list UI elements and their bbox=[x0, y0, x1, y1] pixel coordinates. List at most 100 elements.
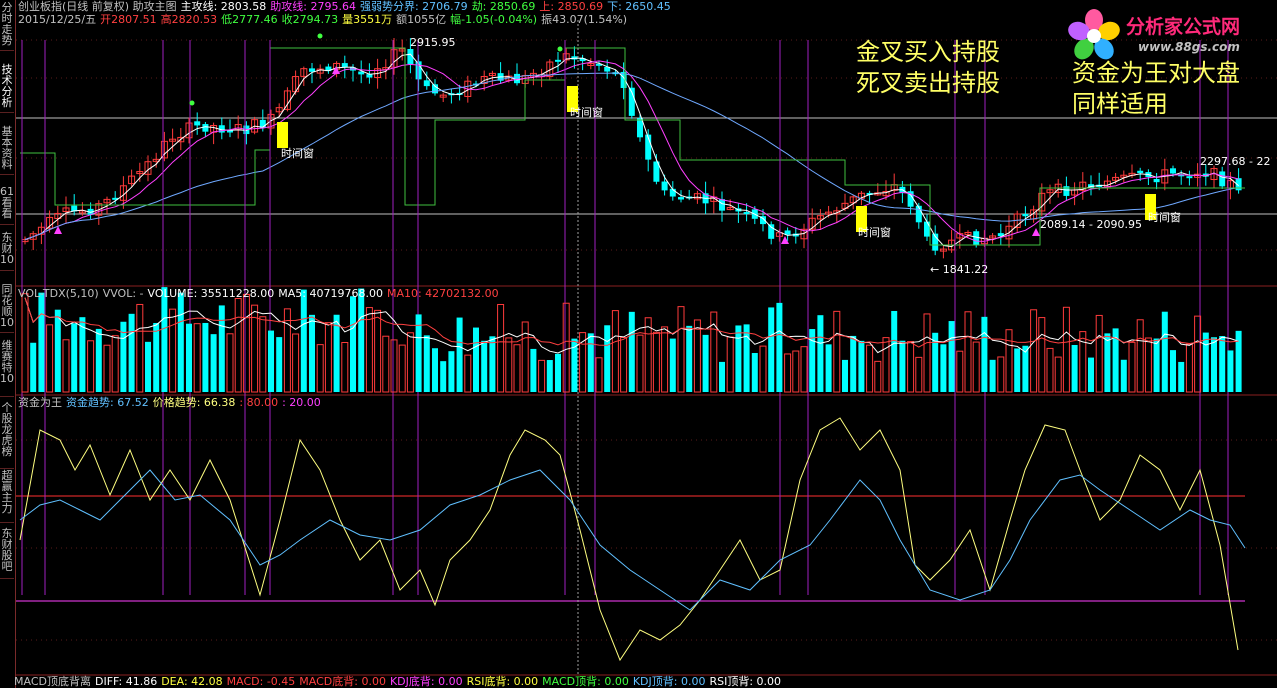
volume-bar bbox=[899, 340, 906, 392]
volume-bar bbox=[276, 337, 283, 392]
macd_header-item: DIFF: 41.86 bbox=[94, 675, 158, 688]
header.line2-item: 2015/12/25/五 bbox=[18, 13, 97, 26]
volume-bar bbox=[1219, 336, 1226, 392]
candle-body bbox=[924, 221, 930, 237]
macd_header-item: MACD顶底背离 bbox=[14, 675, 91, 688]
volume-bar bbox=[95, 328, 102, 392]
volume-bar bbox=[415, 314, 422, 392]
volume-bar bbox=[365, 307, 373, 393]
volume-bar bbox=[316, 344, 324, 393]
capital-header: 资金为王 资金趋势: 67.52 价格趋势: 66.38: 80.00: 20.00 bbox=[18, 397, 325, 409]
volume-bar bbox=[1161, 311, 1168, 392]
header.line2-item: 量3551万 bbox=[342, 13, 393, 26]
volume-bar bbox=[324, 322, 332, 393]
header.line2-item: 高2820.53 bbox=[160, 13, 218, 26]
volume-bar bbox=[620, 336, 628, 393]
volume-bar bbox=[792, 350, 800, 393]
green-signal-dot bbox=[317, 33, 323, 39]
volume-bar bbox=[858, 340, 865, 392]
volume-bar bbox=[193, 323, 201, 393]
candle-body bbox=[555, 59, 561, 62]
volume-bar bbox=[358, 288, 365, 392]
header.line2-item: 低2777.46 bbox=[221, 13, 278, 26]
candle-body bbox=[423, 80, 430, 87]
volume-bar bbox=[538, 359, 546, 393]
candle-body bbox=[341, 63, 348, 68]
volume-bar bbox=[940, 344, 947, 392]
header.line2-item: 幅-1.05(-0.04%) bbox=[450, 13, 538, 26]
candle-body bbox=[1022, 214, 1029, 217]
volume-bar bbox=[866, 344, 874, 393]
buy-signal-triangle bbox=[1032, 228, 1040, 236]
volume-bar bbox=[432, 348, 438, 392]
volume-bar bbox=[981, 316, 988, 392]
time-window-block bbox=[277, 122, 288, 148]
volume-bar bbox=[611, 310, 619, 393]
price-right-label: 2297.68 - 22 bbox=[1200, 155, 1270, 168]
candle-body bbox=[743, 212, 750, 215]
volume-bar bbox=[546, 360, 553, 392]
volume-bar bbox=[1227, 350, 1234, 392]
volume-bar bbox=[489, 336, 496, 392]
time-window-label: 时间窗 bbox=[281, 146, 314, 160]
volume_header-item: VVOL: - bbox=[102, 287, 144, 300]
volume-bar bbox=[242, 293, 250, 393]
volume-bar bbox=[964, 311, 972, 393]
volume-bar bbox=[161, 287, 168, 392]
volume-bar bbox=[226, 333, 234, 393]
volume-bar bbox=[1144, 337, 1152, 393]
volume-bar bbox=[341, 341, 349, 393]
volume-bar bbox=[30, 342, 37, 392]
volume_header-item: MA5: 40719768.00 bbox=[278, 287, 383, 300]
green-signal-dot bbox=[557, 46, 563, 52]
capital_header-item: : 80.00 bbox=[239, 396, 279, 409]
volume-bar bbox=[145, 341, 151, 392]
volume-bar bbox=[1088, 357, 1094, 392]
volume-bar bbox=[521, 321, 529, 393]
volume-bar bbox=[210, 334, 217, 392]
volume-bar bbox=[1128, 341, 1136, 393]
volume-bar bbox=[513, 344, 521, 393]
volume-bar bbox=[948, 321, 955, 392]
volume-bar bbox=[907, 341, 915, 393]
volume-bar bbox=[473, 327, 479, 392]
macd-header: MACD顶底背离 DIFF: 41.86 DEA: 42.08 MACD: -0.45… bbox=[14, 676, 785, 688]
volume-bar bbox=[735, 325, 742, 392]
volume-bar bbox=[776, 302, 783, 392]
volume-bar bbox=[833, 310, 841, 393]
volume-bar bbox=[1005, 329, 1013, 393]
candle-body bbox=[768, 224, 775, 239]
volume-bar bbox=[997, 356, 1005, 393]
capital-trend-line bbox=[19, 469, 1246, 611]
capital_header-item: : 20.00 bbox=[282, 396, 321, 409]
volume-bar bbox=[686, 325, 693, 392]
volume-bar bbox=[448, 351, 455, 392]
macd_header-item: KDJ顶背: 0.00 bbox=[632, 675, 706, 688]
header.line2-item: 额1055亿 bbox=[396, 13, 447, 26]
time-window-label: 时间窗 bbox=[858, 225, 891, 239]
volume-bar bbox=[398, 344, 406, 393]
volume-bar bbox=[169, 308, 177, 393]
golden-cross-note: 金叉买入持股 死叉卖出持股 bbox=[856, 38, 1000, 97]
macd_header-item: KDJ底背: 0.00 bbox=[389, 675, 463, 688]
header.line2-item: 开2807.51 bbox=[100, 13, 157, 26]
volume-bar bbox=[842, 359, 848, 392]
volume-bar bbox=[1185, 343, 1193, 393]
volume-bar bbox=[759, 345, 767, 393]
volume-bar bbox=[309, 314, 315, 392]
header.line1-item: 助攻线: 2795.64 bbox=[270, 0, 356, 13]
volume-bar bbox=[38, 292, 45, 392]
volume-bar bbox=[636, 334, 644, 393]
volume-bar bbox=[800, 346, 808, 393]
capital_header-item: 资金趋势: 67.52 bbox=[66, 396, 149, 409]
candle-body bbox=[1219, 171, 1226, 187]
volume-bar bbox=[103, 344, 111, 393]
volume-bar bbox=[202, 322, 209, 392]
candle-body bbox=[661, 181, 668, 191]
volume-bar bbox=[825, 344, 832, 392]
volume-bar bbox=[768, 307, 775, 392]
macd_header-item: RSI顶背: 0.00 bbox=[709, 675, 782, 688]
volume-bar bbox=[1038, 317, 1046, 393]
volume-bar bbox=[46, 324, 54, 393]
volume-bar bbox=[497, 303, 505, 393]
